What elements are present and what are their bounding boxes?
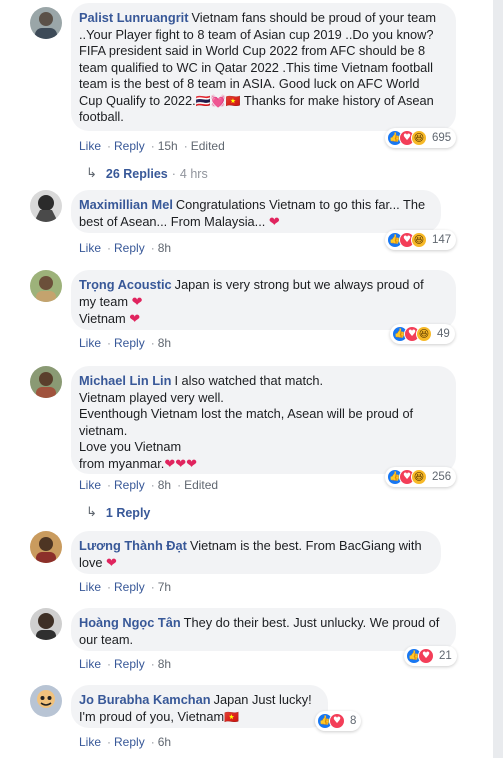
avatar[interactable]: [30, 531, 62, 563]
heart-icon: ♥: [329, 713, 345, 729]
comment-bubble: Palist Lunruangrit Vietnam fans should be…: [71, 3, 456, 131]
timestamp[interactable]: 8h: [158, 478, 171, 492]
commenter-name[interactable]: Lương Thành Đạt: [79, 538, 187, 553]
comment-bubble: Jo Burabha Kamchan Japan Just lucky! I'm …: [71, 685, 328, 728]
like-link[interactable]: Like: [79, 657, 101, 671]
reply-arrow-icon: ↳: [86, 505, 97, 520]
comment-actions: Like · Reply · 15h · Edited: [79, 139, 225, 153]
reply-link[interactable]: Reply: [114, 241, 145, 255]
laughing-face-icon: 😆: [411, 130, 427, 146]
avatar[interactable]: [30, 685, 62, 717]
heart-emoji: ❤: [268, 214, 280, 230]
comment-bubble: Lương Thành Đạt Vietnam is the best. From…: [71, 531, 441, 574]
commenter-name[interactable]: Hoàng Ngọc Tân: [79, 615, 181, 630]
comment-bubble: Maximillian Mel Congratulations Vietnam t…: [71, 190, 441, 233]
commenter-name[interactable]: Palist Lunruangrit: [79, 10, 189, 25]
reaction-summary[interactable]: 👍 ♥ 😆 695: [385, 128, 457, 148]
reply-arrow-icon: ↳: [86, 166, 97, 181]
comment-actions: Like · Reply · 8h: [79, 241, 172, 255]
heart-emoji: ❤: [131, 294, 143, 310]
laughing-face-icon: 😆: [416, 326, 432, 342]
reply-link[interactable]: Reply: [114, 336, 145, 350]
avatar[interactable]: [30, 270, 62, 302]
reaction-count: 49: [437, 328, 450, 340]
timestamp[interactable]: 8h: [158, 336, 171, 350]
comment-text-line: Vietnam: [79, 311, 126, 326]
like-link[interactable]: Like: [79, 735, 101, 749]
commenter-name[interactable]: Michael Lin Lin: [79, 373, 171, 388]
commenter-name[interactable]: Jo Burabha Kamchan: [79, 692, 211, 707]
avatar[interactable]: [30, 7, 62, 39]
reaction-summary[interactable]: 👍 ♥ 😆 49: [390, 324, 455, 344]
page-background-edge: [493, 0, 503, 758]
reaction-summary[interactable]: 👍 ♥ 8: [315, 711, 362, 731]
flag-emoji: 🇻🇳: [224, 709, 240, 724]
view-replies-link[interactable]: ↳ 1 Reply: [86, 505, 150, 520]
avatar[interactable]: [30, 608, 62, 640]
comment-actions: Like · Reply · 8h: [79, 657, 172, 671]
view-replies-link[interactable]: ↳ 26 Replies · 4 hrs: [86, 166, 208, 181]
flag-emoji: 🇹🇭💓🇻🇳: [195, 93, 241, 108]
laughing-face-icon: 😆: [411, 469, 427, 485]
edited-label[interactable]: Edited: [191, 139, 225, 153]
edited-label[interactable]: Edited: [184, 478, 218, 492]
reaction-summary[interactable]: 👍 ♥ 21: [404, 646, 457, 666]
comment-actions: Like · Reply · 8h · Edited: [79, 478, 219, 492]
heart-emoji: ❤❤❤: [164, 456, 198, 472]
heart-emoji: ❤: [129, 312, 141, 327]
comment-actions: Like · Reply · 7h: [79, 580, 172, 594]
reaction-count: 8: [350, 715, 357, 727]
heart-icon: ♥: [418, 648, 434, 664]
timestamp[interactable]: 7h: [158, 580, 171, 594]
timestamp[interactable]: 8h: [158, 241, 171, 255]
reaction-summary[interactable]: 👍 ♥ 😆 256: [385, 467, 457, 487]
comment-actions: Like · Reply · 6h: [79, 735, 172, 749]
reaction-summary[interactable]: 👍 ♥ 😆 147: [385, 230, 457, 250]
timestamp[interactable]: 6h: [158, 735, 171, 749]
replies-time: 4 hrs: [179, 166, 208, 181]
reply-link[interactable]: Reply: [114, 580, 145, 594]
avatar[interactable]: [30, 366, 62, 398]
reaction-count: 256: [432, 471, 452, 483]
comments-panel: Palist Lunruangrit Vietnam fans should be…: [0, 0, 493, 758]
reply-link[interactable]: Reply: [114, 139, 145, 153]
like-link[interactable]: Like: [79, 139, 101, 153]
timestamp[interactable]: 15h: [158, 139, 178, 153]
comment-actions: Like · Reply · 8h: [79, 336, 172, 350]
reply-link[interactable]: Reply: [114, 735, 145, 749]
comment-bubble: Michael Lin Lin I also watched that match…: [71, 366, 456, 474]
reaction-count: 21: [439, 650, 452, 662]
like-link[interactable]: Like: [79, 241, 101, 255]
like-link[interactable]: Like: [79, 478, 101, 492]
like-link[interactable]: Like: [79, 580, 101, 594]
replies-count: 26 Replies: [105, 166, 168, 181]
laughing-face-icon: 😆: [411, 232, 427, 248]
reply-link[interactable]: Reply: [114, 657, 145, 671]
timestamp[interactable]: 8h: [158, 657, 171, 671]
like-link[interactable]: Like: [79, 336, 101, 350]
commenter-name[interactable]: Trọng Acoustic: [79, 277, 172, 292]
reaction-count: 147: [432, 234, 452, 246]
heart-emoji: ❤: [106, 555, 117, 571]
avatar[interactable]: [30, 190, 62, 222]
reaction-count: 695: [432, 132, 452, 144]
commenter-name[interactable]: Maximillian Mel: [79, 197, 173, 212]
reply-link[interactable]: Reply: [114, 478, 145, 492]
comment-bubble: Trọng Acoustic Japan is very strong but w…: [71, 270, 456, 330]
comment-bubble: Hoàng Ngọc Tân They do their best. Just u…: [71, 608, 456, 651]
replies-count: 1 Reply: [105, 505, 151, 520]
